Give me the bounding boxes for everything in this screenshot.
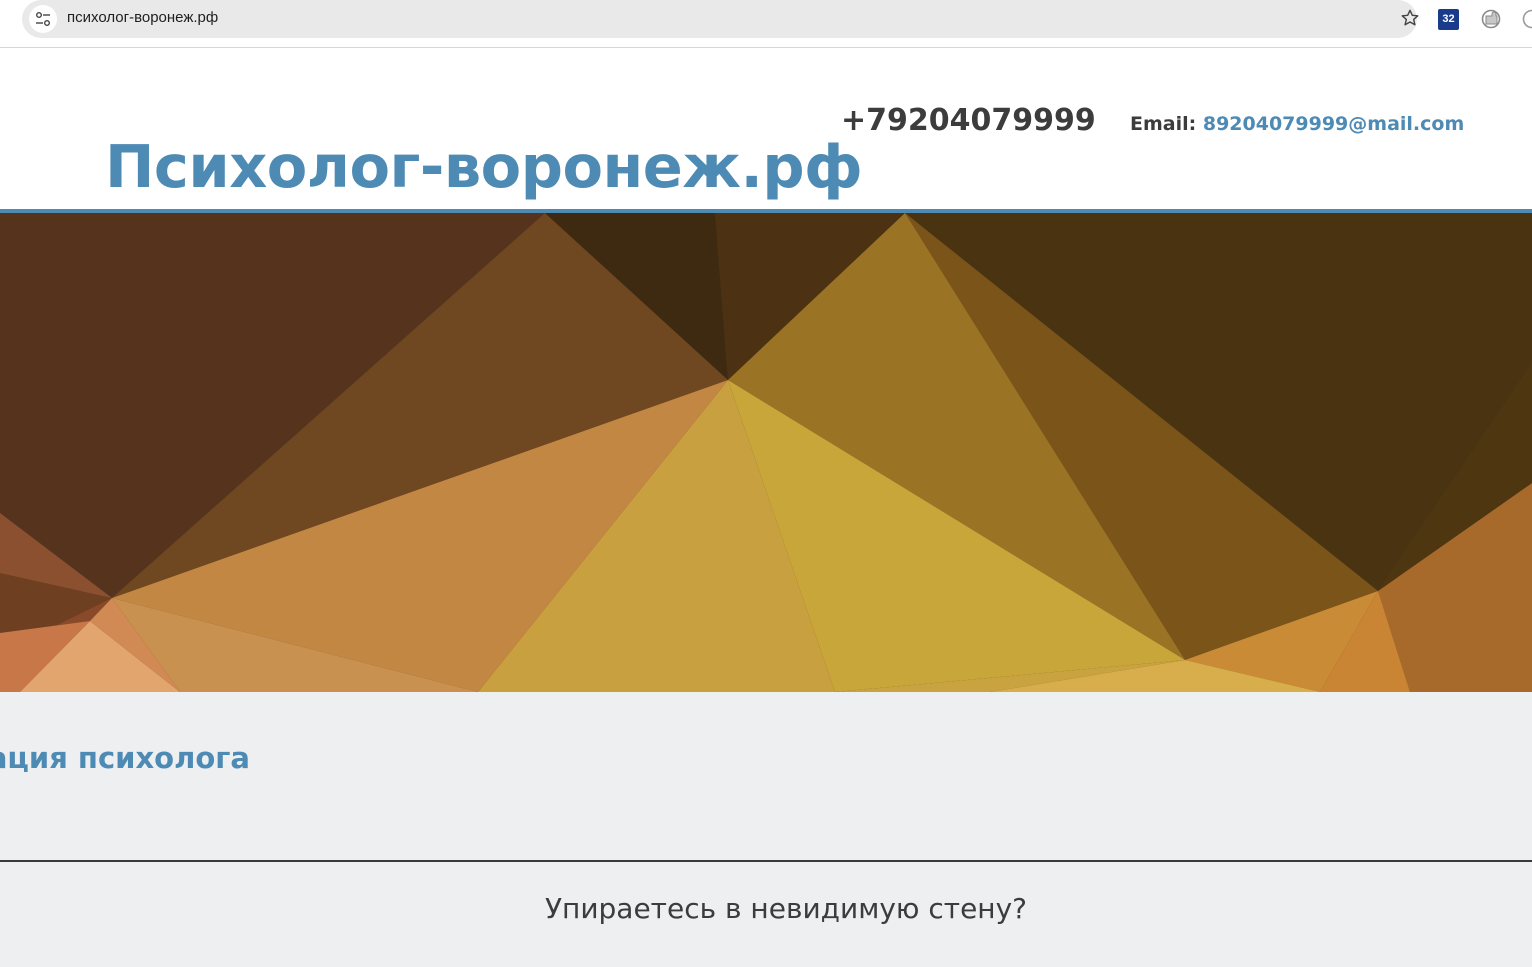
phone-number[interactable]: +79204079999 <box>841 103 1096 139</box>
extension-32-icon[interactable]: 32 <box>1438 9 1459 30</box>
email-block: Email: 89204079999@mail.com <box>1130 112 1464 136</box>
url-text[interactable]: психолог-воронеж.рф <box>67 9 218 26</box>
site-header: +79204079999 Email: 89204079999@mail.com… <box>0 48 1532 210</box>
address-bar[interactable]: психолог-воронеж.рф <box>22 0 1420 38</box>
site-info-button[interactable] <box>29 5 57 33</box>
content-divider <box>0 860 1532 862</box>
email-label: Email: <box>1130 113 1197 135</box>
extension-puzzle-icon[interactable] <box>1480 8 1502 34</box>
section-heading: ация психолога <box>0 741 250 775</box>
star-icon[interactable] <box>1400 8 1420 32</box>
content-section: ация психолога Упираетесь в невидимую ст… <box>0 692 1532 967</box>
hero-banner <box>0 213 1532 692</box>
extension-partial-icon[interactable] <box>1521 8 1532 34</box>
hero-polygon-art <box>0 213 1532 692</box>
question-heading: Упираетесь в невидимую стену? <box>544 892 1028 925</box>
browser-toolbar: психолог-воронеж.рф 32 <box>0 0 1532 48</box>
site-title[interactable]: Психолог-воронеж.рф <box>105 132 863 202</box>
email-link[interactable]: 89204079999@mail.com <box>1203 113 1464 135</box>
